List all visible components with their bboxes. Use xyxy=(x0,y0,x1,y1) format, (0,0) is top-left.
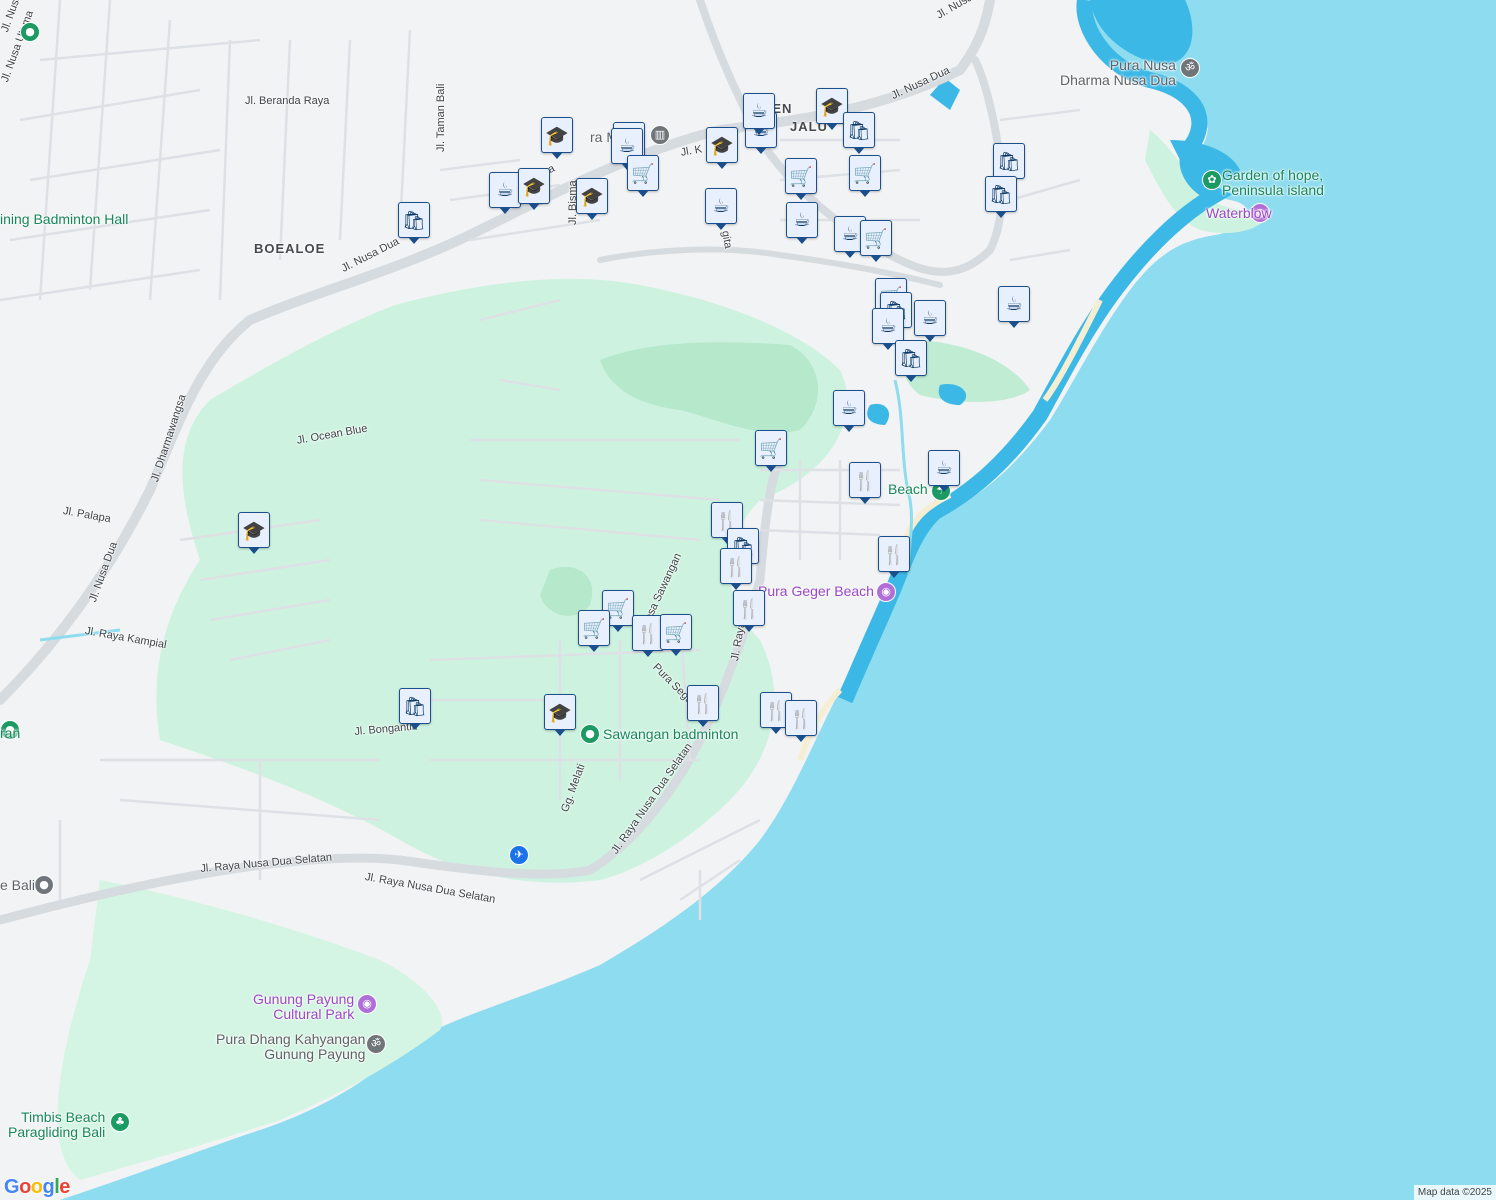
restaurant-marker-icon[interactable]: 🍴 xyxy=(687,685,719,727)
shopping-marker-icon[interactable]: 🛍 xyxy=(895,340,927,382)
place-label[interactable]: Gunung Payung Cultural Park xyxy=(253,992,354,1022)
school-marker-icon[interactable]: 🎓 xyxy=(541,117,573,159)
road-label: Jl. Taman Bali xyxy=(435,83,447,152)
restaurant-marker-icon[interactable]: 🍴 xyxy=(720,548,752,590)
sport-icon[interactable]: ● xyxy=(580,724,600,744)
school-marker-icon[interactable]: 🎓 xyxy=(544,694,576,736)
map-canvas[interactable]: Jl. Nusa Dua Jl. Beranda Raya Jl. Taman Ba… xyxy=(0,0,1496,1200)
place-label[interactable]: ran xyxy=(0,726,20,741)
place-label[interactable]: Pura Geger Beach xyxy=(758,584,874,599)
shopping-marker-icon[interactable]: 🛍 xyxy=(399,688,431,730)
cafe-marker-icon[interactable]: ☕ xyxy=(743,93,775,135)
google-logo: Google xyxy=(4,1176,70,1198)
school-marker-icon[interactable]: 🎓 xyxy=(518,168,550,210)
school-marker-icon[interactable]: 🎓 xyxy=(238,512,270,554)
camera-icon[interactable]: ◉ xyxy=(876,582,896,602)
place-label[interactable]: Beach xyxy=(888,482,928,497)
cafe-marker-icon[interactable]: ☕ xyxy=(833,390,865,432)
tree-icon[interactable]: ♣ xyxy=(110,1112,130,1132)
grocery-marker-icon[interactable]: 🛒 xyxy=(860,220,892,262)
place-label[interactable]: Timbis Beach Paragliding Bali xyxy=(8,1110,105,1140)
grocery-marker-icon[interactable]: 🛒 xyxy=(849,155,881,197)
cafe-marker-icon[interactable]: ☕ xyxy=(489,172,521,214)
cafe-marker-icon[interactable]: ☕ xyxy=(914,300,946,342)
grocery-marker-icon[interactable]: 🛒 xyxy=(660,614,692,656)
cafe-marker-icon[interactable]: ☕ xyxy=(786,202,818,244)
grocery-marker-icon[interactable]: 🛒 xyxy=(755,430,787,472)
place-label[interactable]: Pura Dhang Kahyangan Gunung Payung xyxy=(216,1032,365,1062)
place-label[interactable]: ining Badminton Hall xyxy=(0,212,128,227)
place-label[interactable]: Waterblow xyxy=(1206,206,1272,221)
shopping-marker-icon[interactable]: 🛍 xyxy=(398,202,430,244)
cafe-marker-icon[interactable]: ☕ xyxy=(872,308,904,350)
map-attribution[interactable]: Map data ©2025 xyxy=(1413,1185,1496,1200)
airport-icon[interactable]: ✈ xyxy=(509,845,529,865)
camera-icon[interactable]: ◉ xyxy=(357,994,377,1014)
restaurant-marker-icon[interactable]: 🍴 xyxy=(785,700,817,742)
area-label: BOEALOE xyxy=(254,241,326,256)
restaurant-marker-icon[interactable]: 🍴 xyxy=(849,462,881,504)
restaurant-marker-icon[interactable]: 🍴 xyxy=(733,590,765,632)
place-label[interactable]: Sawangan badminton xyxy=(603,727,738,742)
road-label: gita xyxy=(719,229,735,250)
road-label: Jl. Beranda Raya xyxy=(245,95,330,107)
grocery-marker-icon[interactable]: 🛒 xyxy=(578,610,610,652)
museum-icon[interactable]: ▥ xyxy=(650,125,670,145)
shopping-marker-icon[interactable]: 🛍 xyxy=(843,112,875,154)
cafe-marker-icon[interactable]: ☕ xyxy=(928,450,960,492)
grocery-marker-icon[interactable]: 🛒 xyxy=(785,158,817,200)
grocery-marker-icon[interactable]: 🛒 xyxy=(627,155,659,197)
cafe-marker-icon[interactable]: ☕ xyxy=(998,286,1030,328)
shopping-marker-icon[interactable]: 🛍 xyxy=(993,143,1025,185)
place-label[interactable]: Pura Nusa Dharma Nusa Dua xyxy=(1060,58,1176,88)
om-icon[interactable]: ॐ xyxy=(366,1034,386,1054)
pin-icon[interactable]: ● xyxy=(34,875,54,895)
place-label[interactable]: Garden of hope, Peninsula island xyxy=(1222,168,1324,198)
restaurant-marker-icon[interactable]: 🍴 xyxy=(878,536,910,578)
school-marker-icon[interactable]: 🎓 xyxy=(706,127,738,169)
place-label[interactable]: e Bali xyxy=(0,878,35,893)
cafe-marker-icon[interactable]: ☕ xyxy=(705,188,737,230)
sport-icon[interactable]: ● xyxy=(20,22,40,42)
om-icon[interactable]: ॐ xyxy=(1180,58,1200,78)
shopping-marker-icon[interactable]: 🛍 xyxy=(985,176,1017,218)
school-marker-icon[interactable]: 🎓 xyxy=(576,178,608,220)
flower-icon[interactable]: ✿ xyxy=(1202,170,1222,190)
